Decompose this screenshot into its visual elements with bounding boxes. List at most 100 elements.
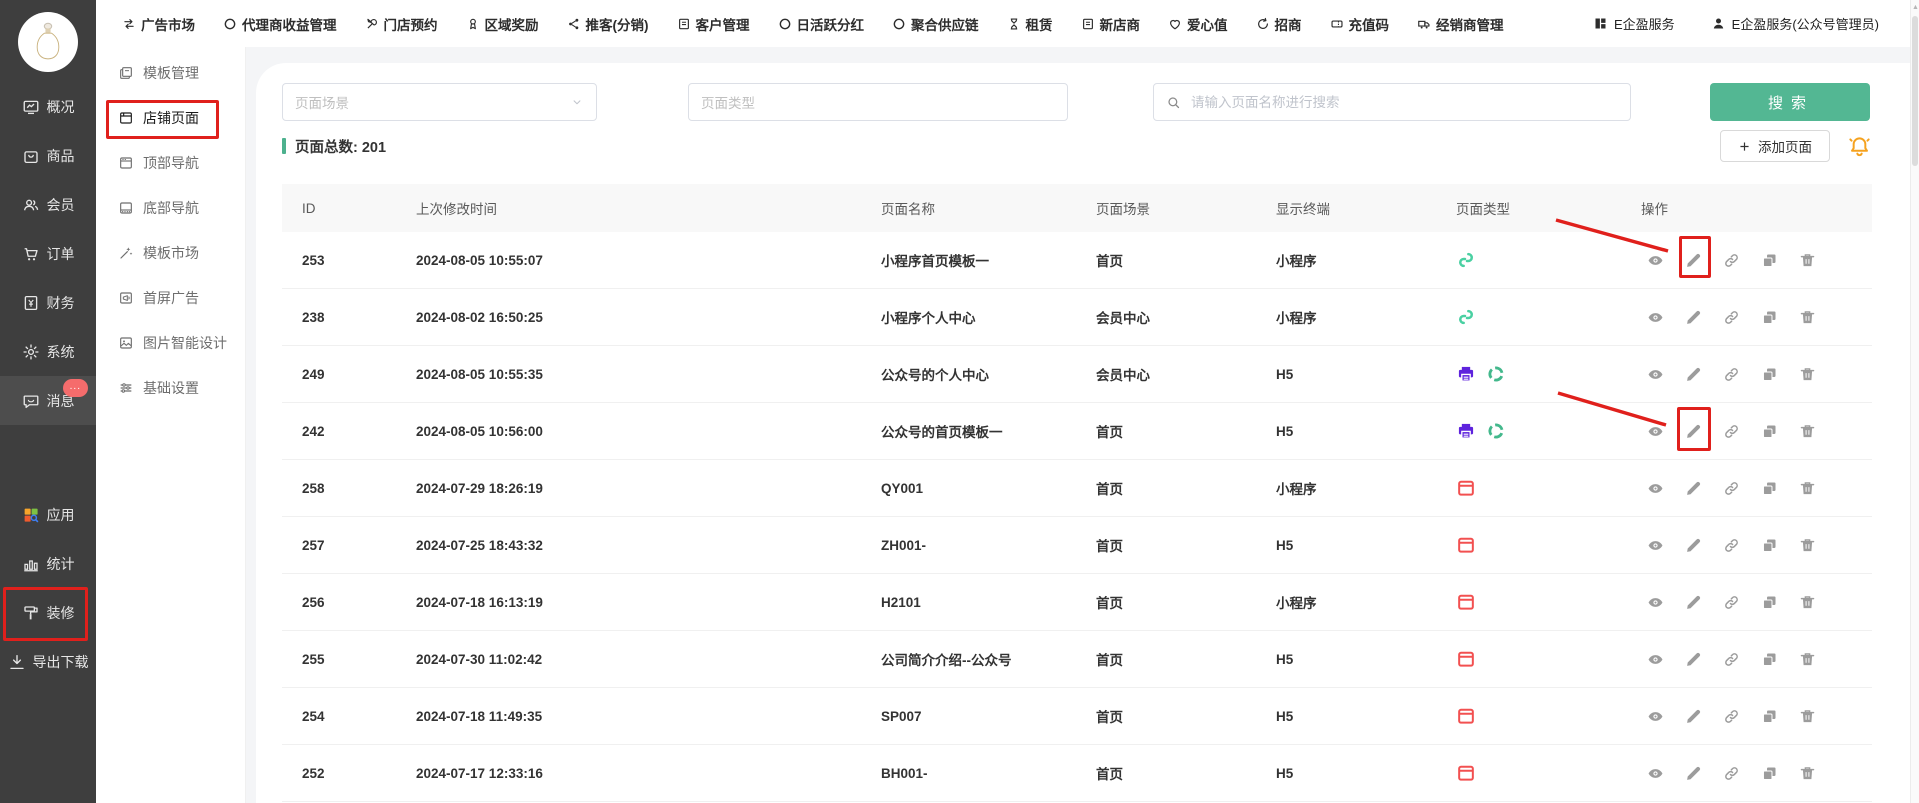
- topnav-item[interactable]: 经销商管理: [1417, 14, 1504, 34]
- preview-eye-icon[interactable]: [1647, 366, 1664, 383]
- delete-trash-icon[interactable]: [1799, 651, 1816, 668]
- link-icon[interactable]: [1723, 594, 1740, 611]
- submenu-item-shoppage[interactable]: 店铺页面: [96, 95, 245, 140]
- sidebar-item-order[interactable]: 订单: [0, 229, 96, 278]
- delete-trash-icon[interactable]: [1799, 423, 1816, 440]
- sidebar-item-overview[interactable]: 概况: [0, 82, 96, 131]
- edit-pencil-icon[interactable]: [1685, 765, 1702, 782]
- preview-eye-icon[interactable]: [1647, 765, 1664, 782]
- submenu-item-topnav[interactable]: 顶部导航: [96, 140, 245, 185]
- copy-icon[interactable]: [1761, 537, 1778, 554]
- delete-trash-icon[interactable]: [1799, 480, 1816, 497]
- submenu-item-label: 首屏广告: [143, 288, 199, 308]
- edit-pencil-icon[interactable]: [1685, 537, 1702, 554]
- preview-eye-icon[interactable]: [1647, 651, 1664, 668]
- submenu-item-image[interactable]: 图片智能设计: [96, 320, 245, 365]
- page-scrollbar[interactable]: ▲: [1910, 0, 1919, 803]
- delete-trash-icon[interactable]: [1799, 765, 1816, 782]
- link-icon[interactable]: [1723, 366, 1740, 383]
- delete-trash-icon[interactable]: [1799, 252, 1816, 269]
- delete-trash-icon[interactable]: [1799, 537, 1816, 554]
- topnav-item[interactable]: 充值码: [1330, 14, 1390, 34]
- edit-pencil-icon[interactable]: [1685, 651, 1702, 668]
- sidebar-item-roller[interactable]: 装修: [0, 588, 96, 637]
- delete-trash-icon[interactable]: [1799, 366, 1816, 383]
- page-type-select[interactable]: 页面类型: [688, 83, 1068, 121]
- copy-icon[interactable]: [1761, 594, 1778, 611]
- topnav-item[interactable]: 新店商: [1081, 14, 1141, 34]
- preview-eye-icon[interactable]: [1647, 708, 1664, 725]
- link-icon[interactable]: [1723, 252, 1740, 269]
- topnav-item[interactable]: 区域奖励: [466, 14, 539, 34]
- delete-trash-icon[interactable]: [1799, 309, 1816, 326]
- alarm-bell-icon[interactable]: [1847, 134, 1872, 159]
- topnav-item[interactable]: 招商: [1256, 14, 1302, 34]
- sidebar-item-system[interactable]: 系统: [0, 327, 96, 376]
- page-total-text: 页面总数: 201: [295, 136, 386, 157]
- topnav-item[interactable]: 爱心值: [1168, 14, 1228, 34]
- sidebar-item-download[interactable]: 导出下载: [0, 637, 96, 686]
- copy-icon[interactable]: [1761, 423, 1778, 440]
- delete-trash-icon[interactable]: [1799, 594, 1816, 611]
- add-page-button[interactable]: 添加页面: [1720, 130, 1830, 162]
- submenu-item-magic[interactable]: 模板市场: [96, 230, 245, 275]
- copy-icon[interactable]: [1761, 252, 1778, 269]
- cell-operations: [1641, 423, 1872, 440]
- submenu-item-adbox[interactable]: 首屏广告: [96, 275, 245, 320]
- link-icon[interactable]: [1723, 651, 1740, 668]
- sidebar-item-member[interactable]: 会员: [0, 180, 96, 229]
- edit-pencil-icon[interactable]: [1685, 252, 1702, 269]
- edit-pencil-icon[interactable]: [1685, 480, 1702, 497]
- edit-pencil-icon[interactable]: [1685, 423, 1702, 440]
- copy-icon[interactable]: [1761, 765, 1778, 782]
- copy-icon[interactable]: [1761, 309, 1778, 326]
- account-menu-item[interactable]: E企盈服务: [1593, 14, 1675, 33]
- copy-icon[interactable]: [1761, 480, 1778, 497]
- topnav-item[interactable]: 推客(分销): [567, 14, 649, 34]
- scroll-up-arrow[interactable]: ▲: [1912, 4, 1919, 11]
- preview-eye-icon[interactable]: [1647, 252, 1664, 269]
- trophy-icon: [466, 17, 480, 31]
- preview-eye-icon[interactable]: [1647, 423, 1664, 440]
- edit-pencil-icon[interactable]: [1685, 594, 1702, 611]
- delete-trash-icon[interactable]: [1799, 708, 1816, 725]
- sidebar-item-stats[interactable]: 统计: [0, 539, 96, 588]
- link-icon[interactable]: [1723, 708, 1740, 725]
- copy-icon[interactable]: [1761, 366, 1778, 383]
- topnav-item[interactable]: 日活跃分红: [778, 14, 865, 34]
- preview-eye-icon[interactable]: [1647, 480, 1664, 497]
- link-icon[interactable]: [1723, 309, 1740, 326]
- edit-pencil-icon[interactable]: [1685, 366, 1702, 383]
- search-button[interactable]: 搜索: [1710, 83, 1870, 121]
- topnav-item[interactable]: 客户管理: [677, 14, 750, 34]
- topnav-item[interactable]: 聚合供应链: [892, 14, 979, 34]
- link-icon[interactable]: [1723, 765, 1740, 782]
- topnav-item[interactable]: 租赁: [1007, 14, 1053, 34]
- submenu-item-template[interactable]: 模板管理: [96, 50, 245, 95]
- preview-eye-icon[interactable]: [1647, 594, 1664, 611]
- edit-pencil-icon[interactable]: [1685, 708, 1702, 725]
- submenu-item-bottomnav[interactable]: 底部导航: [96, 185, 245, 230]
- preview-eye-icon[interactable]: [1647, 309, 1664, 326]
- edit-pencil-icon[interactable]: [1685, 309, 1702, 326]
- account-menu-item[interactable]: E企盈服务(公众号管理员): [1711, 14, 1879, 33]
- preview-eye-icon[interactable]: [1647, 537, 1664, 554]
- link-icon[interactable]: [1723, 423, 1740, 440]
- scrollbar-thumb[interactable]: [1912, 16, 1918, 166]
- sidebar-item-goods[interactable]: 商品: [0, 131, 96, 180]
- search-input[interactable]: [1189, 94, 1618, 111]
- topnav-item[interactable]: 代理商收益管理: [223, 14, 337, 34]
- link-icon[interactable]: [1723, 480, 1740, 497]
- sidebar-item-finance[interactable]: 财务: [0, 278, 96, 327]
- topnav-item[interactable]: 门店预约: [365, 14, 438, 34]
- page-scene-select[interactable]: 页面场景: [282, 83, 597, 121]
- cell-page-name: QY001: [881, 481, 1096, 496]
- link-icon[interactable]: [1723, 537, 1740, 554]
- submenu-item-settings2[interactable]: 基础设置: [96, 365, 245, 410]
- sidebar-item-message[interactable]: 消息 ...: [0, 376, 96, 425]
- sidebar-item-apps[interactable]: 应用: [0, 490, 96, 539]
- avatar[interactable]: [18, 12, 78, 72]
- copy-icon[interactable]: [1761, 708, 1778, 725]
- topnav-item[interactable]: 广告市场: [122, 14, 195, 34]
- copy-icon[interactable]: [1761, 651, 1778, 668]
